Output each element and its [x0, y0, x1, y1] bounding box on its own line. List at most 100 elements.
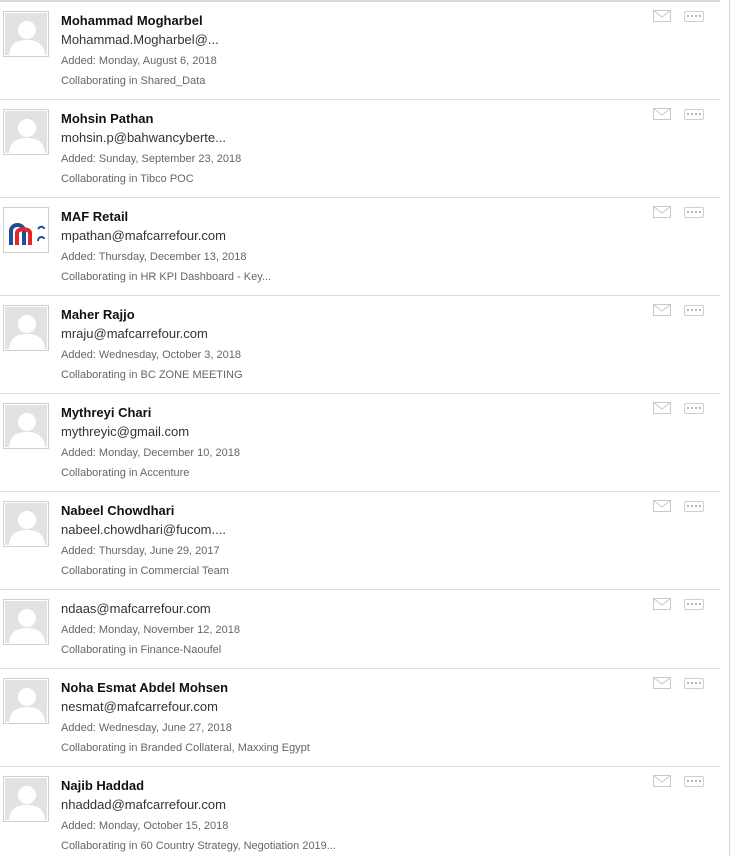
scrollbar[interactable] — [729, 0, 730, 856]
row-actions — [653, 598, 704, 610]
row-actions — [653, 10, 704, 22]
contact-info: Mohsin Pathan mohsin.p@bahwancyberte... … — [61, 110, 600, 188]
contact-email[interactable]: mraju@mafcarrefour.com — [61, 325, 600, 345]
envelope-icon[interactable] — [653, 108, 671, 120]
envelope-icon[interactable] — [653, 500, 671, 512]
contact-email[interactable]: nesmat@mafcarrefour.com — [61, 698, 600, 718]
envelope-icon[interactable] — [653, 402, 671, 414]
contact-row[interactable]: Noha Esmat Abdel Mohsen nesmat@mafcarref… — [0, 669, 720, 767]
contact-row[interactable]: Mythreyi Chari mythreyic@gmail.com Added… — [0, 394, 720, 492]
contact-list: Mohammad Mogharbel Mohammad.Mogharbel@..… — [0, 2, 720, 864]
avatar[interactable] — [3, 678, 49, 724]
default-user-silhouette-icon — [5, 778, 47, 820]
contact-email[interactable]: Mohammad.Mogharbel@... — [61, 31, 600, 51]
contact-info: Maher Rajjo mraju@mafcarrefour.com Added… — [61, 306, 600, 384]
contact-name[interactable]: Maher Rajjo — [61, 306, 600, 324]
envelope-icon[interactable] — [653, 304, 671, 316]
contact-info: Mythreyi Chari mythreyic@gmail.com Added… — [61, 404, 600, 482]
contact-email[interactable]: mohsin.p@bahwancyberte... — [61, 129, 600, 149]
collaborating-in: Collaborating in Accenture — [61, 467, 190, 479]
contact-info: ndaas@mafcarrefour.com Added: Monday, No… — [61, 599, 600, 659]
default-user-silhouette-icon — [5, 405, 47, 447]
contact-row[interactable]: MAF Retail mpathan@mafcarrefour.com Adde… — [0, 198, 720, 296]
envelope-icon[interactable] — [653, 775, 671, 787]
default-user-silhouette-icon — [5, 13, 47, 55]
row-actions — [653, 775, 704, 787]
contact-info: Noha Esmat Abdel Mohsen nesmat@mafcarref… — [61, 679, 600, 757]
row-actions — [653, 500, 704, 512]
envelope-icon[interactable] — [653, 206, 671, 218]
default-user-silhouette-icon — [5, 111, 47, 153]
more-options-icon[interactable] — [684, 775, 704, 787]
collaborating-in: Collaborating in BC ZONE MEETING — [61, 369, 243, 381]
avatar[interactable] — [3, 599, 49, 645]
contact-name[interactable]: Mythreyi Chari — [61, 404, 600, 422]
avatar[interactable] — [3, 776, 49, 822]
added-date: Added: Wednesday, June 27, 2018 — [61, 722, 232, 734]
added-date: Added: Monday, August 6, 2018 — [61, 55, 217, 67]
more-options-icon[interactable] — [684, 598, 704, 610]
contact-row[interactable]: Nabeel Chowdhari nabeel.chowdhari@fucom.… — [0, 492, 720, 590]
collaborating-in: Collaborating in Branded Collateral, Max… — [61, 742, 310, 754]
avatar[interactable] — [3, 109, 49, 155]
default-user-silhouette-icon — [5, 307, 47, 349]
added-date: Added: Sunday, September 23, 2018 — [61, 153, 242, 165]
contact-info: MAF Retail mpathan@mafcarrefour.com Adde… — [61, 208, 600, 286]
contact-row[interactable]: Maher Rajjo mraju@mafcarrefour.com Added… — [0, 296, 720, 394]
contact-name[interactable]: Mohammad Mogharbel — [61, 12, 600, 30]
more-options-icon[interactable] — [684, 206, 704, 218]
added-date: Added: Monday, December 10, 2018 — [61, 447, 240, 459]
more-options-icon[interactable] — [684, 304, 704, 316]
avatar[interactable] — [3, 11, 49, 57]
default-user-silhouette-icon — [5, 503, 47, 545]
contact-row[interactable]: Mohammad Mogharbel Mohammad.Mogharbel@..… — [0, 2, 720, 100]
maf-carrefour-logo-icon — [5, 209, 47, 251]
contact-row[interactable]: ndaas@mafcarrefour.com Added: Monday, No… — [0, 590, 720, 669]
default-user-silhouette-icon — [5, 680, 47, 722]
row-actions — [653, 677, 704, 689]
contact-email[interactable]: nabeel.chowdhari@fucom.... — [61, 521, 600, 541]
contact-email[interactable]: nhaddad@mafcarrefour.com — [61, 796, 600, 816]
avatar[interactable] — [3, 305, 49, 351]
contact-name[interactable]: Nabeel Chowdhari — [61, 502, 600, 520]
collaborating-in: Collaborating in Finance-Naoufel — [61, 644, 222, 656]
contact-name[interactable]: Noha Esmat Abdel Mohsen — [61, 679, 600, 697]
contact-info: Najib Haddad nhaddad@mafcarrefour.com Ad… — [61, 777, 600, 855]
avatar[interactable] — [3, 501, 49, 547]
contact-name[interactable]: Mohsin Pathan — [61, 110, 600, 128]
contact-email[interactable]: mythreyic@gmail.com — [61, 423, 600, 443]
avatar[interactable] — [3, 403, 49, 449]
contact-email[interactable]: mpathan@mafcarrefour.com — [61, 227, 600, 247]
more-options-icon[interactable] — [684, 677, 704, 689]
more-options-icon[interactable] — [684, 10, 704, 22]
collaborating-in: Collaborating in 60 Country Strategy, Ne… — [61, 840, 336, 852]
more-options-icon[interactable] — [684, 500, 704, 512]
added-date: Added: Thursday, December 13, 2018 — [61, 251, 247, 263]
contact-info: Nabeel Chowdhari nabeel.chowdhari@fucom.… — [61, 502, 600, 580]
contact-row[interactable]: Mohsin Pathan mohsin.p@bahwancyberte... … — [0, 100, 720, 198]
contact-email[interactable]: ndaas@mafcarrefour.com — [61, 600, 600, 620]
row-actions — [653, 402, 704, 414]
collaborating-in: Collaborating in Commercial Team — [61, 565, 229, 577]
collaborating-in: Collaborating in Tibco POC — [61, 173, 194, 185]
collaborating-in: Collaborating in Shared_Data — [61, 75, 206, 87]
envelope-icon[interactable] — [653, 10, 671, 22]
more-options-icon[interactable] — [684, 402, 704, 414]
row-actions — [653, 206, 704, 218]
contact-row[interactable]: Najib Haddad nhaddad@mafcarrefour.com Ad… — [0, 767, 720, 864]
contact-name[interactable]: Najib Haddad — [61, 777, 600, 795]
contact-info: Mohammad Mogharbel Mohammad.Mogharbel@..… — [61, 12, 600, 90]
default-user-silhouette-icon — [5, 601, 47, 643]
contact-name[interactable]: MAF Retail — [61, 208, 600, 226]
row-actions — [653, 304, 704, 316]
envelope-icon[interactable] — [653, 598, 671, 610]
added-date: Added: Thursday, June 29, 2017 — [61, 545, 220, 557]
more-options-icon[interactable] — [684, 108, 704, 120]
row-actions — [653, 108, 704, 120]
added-date: Added: Monday, November 12, 2018 — [61, 624, 240, 636]
avatar[interactable] — [3, 207, 49, 253]
added-date: Added: Monday, October 15, 2018 — [61, 820, 229, 832]
collaborating-in: Collaborating in HR KPI Dashboard - Key.… — [61, 271, 272, 283]
added-date: Added: Wednesday, October 3, 2018 — [61, 349, 241, 361]
envelope-icon[interactable] — [653, 677, 671, 689]
